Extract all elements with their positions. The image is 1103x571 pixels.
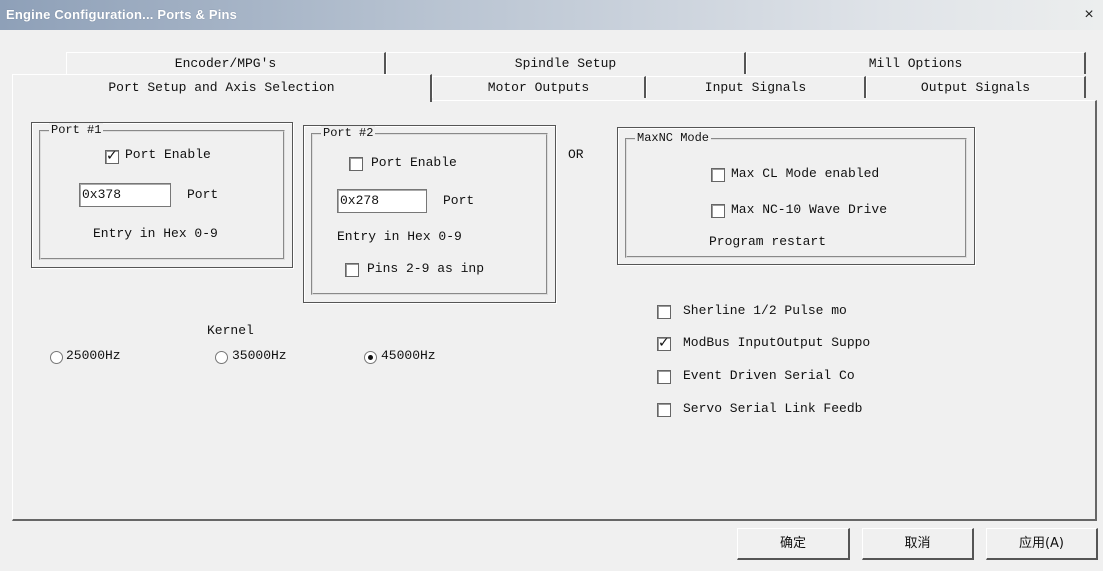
port1-address-input[interactable]: 0x378: [79, 183, 171, 207]
kernel-35000-label: 35000Hz: [232, 348, 287, 363]
maxnc-wave-label: Max NC-10 Wave Drive: [731, 202, 888, 217]
port2-group: Port #2 Port Enable 0x278 Port Entry in …: [311, 126, 548, 295]
tab-spindle-setup[interactable]: Spindle Setup: [386, 52, 746, 74]
port2-address-input[interactable]: 0x278: [337, 189, 427, 213]
port2-enable-checkbox[interactable]: [349, 157, 363, 171]
maxnc-cl-label: Max CL Mode enabled: [731, 166, 880, 181]
servo-serial-checkbox[interactable]: [657, 403, 671, 417]
port2-legend: Port #2: [321, 126, 376, 140]
maxnc-legend: MaxNC Mode: [635, 131, 712, 145]
port2-enable-label: Port Enable: [371, 155, 457, 170]
kernel-25000-radio[interactable]: [50, 351, 63, 364]
port1-hint: Entry in Hex 0-9: [93, 226, 218, 241]
port1-frame: Port #1 ✓ Port Enable 0x378 Port Entry i…: [31, 122, 293, 268]
modbus-checkbox[interactable]: ✓: [657, 335, 671, 351]
check-icon: ✓: [106, 148, 118, 164]
port1-port-label: Port: [187, 187, 219, 202]
port2-pins-checkbox[interactable]: [345, 263, 359, 277]
maxnc-cl-checkbox[interactable]: [711, 168, 725, 182]
cancel-button[interactable]: 取消: [862, 528, 974, 560]
port2-pins-label: Pins 2-9 as inp: [367, 261, 485, 276]
port2-frame: Port #2 Port Enable 0x278 Port Entry in …: [303, 125, 556, 303]
kernel-35000-radio[interactable]: [215, 351, 228, 364]
ok-button[interactable]: 确定: [737, 528, 850, 560]
sherline-checkbox[interactable]: [657, 305, 671, 319]
kernel-45000-radio[interactable]: [364, 351, 377, 364]
maxnc-frame: MaxNC Mode Max CL Mode enabled Max NC-10…: [617, 127, 975, 265]
tab-motor-outputs[interactable]: Motor Outputs: [432, 76, 646, 98]
or-label: OR: [568, 147, 584, 162]
sherline-label: Sherline 1/2 Pulse mo: [683, 303, 847, 318]
apply-button[interactable]: 应用(A): [986, 528, 1098, 560]
tab-input-signals[interactable]: Input Signals: [646, 76, 866, 98]
port2-hint: Entry in Hex 0-9: [337, 229, 462, 244]
tab-port-setup[interactable]: Port Setup and Axis Selection: [12, 74, 432, 102]
title-bar: Engine Configuration... Ports & Pins ×: [0, 0, 1103, 30]
port1-legend: Port #1: [49, 123, 104, 137]
kernel-25000-label: 25000Hz: [66, 348, 121, 363]
tab-output-signals[interactable]: Output Signals: [866, 76, 1086, 98]
port1-group: Port #1 ✓ Port Enable 0x378 Port Entry i…: [39, 123, 285, 260]
maxnc-restart-label: Program restart: [709, 234, 827, 249]
tab-mill-options[interactable]: Mill Options: [746, 52, 1086, 74]
kernel-label: Kernel: [207, 323, 254, 338]
maxnc-group: MaxNC Mode Max CL Mode enabled Max NC-10…: [625, 131, 967, 258]
port1-enable-checkbox[interactable]: ✓: [105, 148, 119, 164]
kernel-45000-label: 45000Hz: [381, 348, 436, 363]
close-button[interactable]: ×: [1079, 6, 1099, 24]
window-title: Engine Configuration... Ports & Pins: [6, 7, 238, 22]
radio-dot-icon: [368, 355, 373, 360]
tab-encoder-mpg[interactable]: Encoder/MPG's: [66, 52, 386, 74]
modbus-label: ModBus InputOutput Suppo: [683, 335, 871, 350]
event-serial-checkbox[interactable]: [657, 370, 671, 384]
check-icon: ✓: [658, 335, 670, 351]
event-serial-label: Event Driven Serial Co: [683, 368, 855, 383]
servo-serial-label: Servo Serial Link Feedb: [683, 401, 863, 416]
port1-enable-label: Port Enable: [125, 147, 211, 162]
port2-port-label: Port: [443, 193, 475, 208]
maxnc-wave-checkbox[interactable]: [711, 204, 725, 218]
